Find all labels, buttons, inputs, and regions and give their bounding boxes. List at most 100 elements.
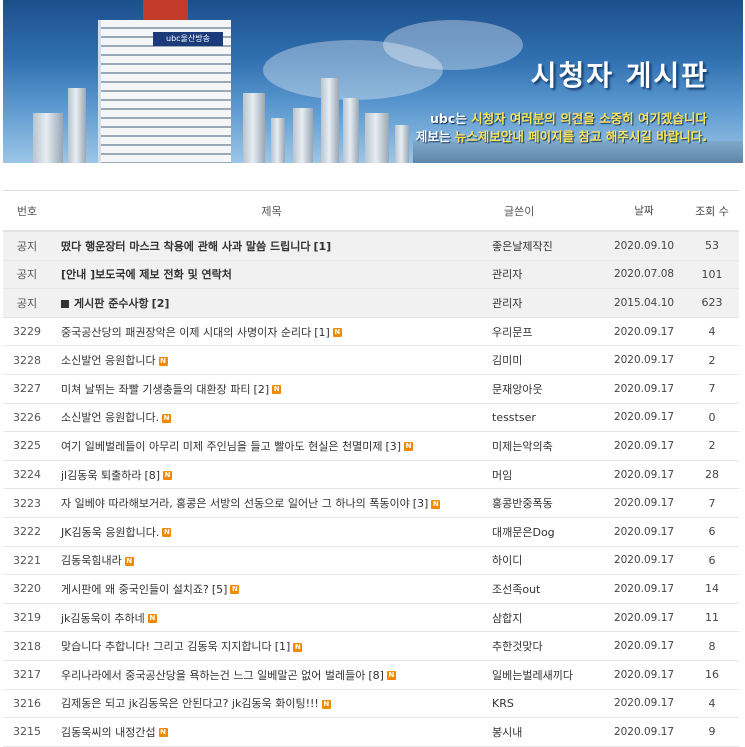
post-title-cell: 소신발언 응원합니다. N [51,403,492,433]
post-date: 2020.09.17 [603,517,685,547]
comment-count[interactable]: [3] [413,497,429,510]
board-body: 공지 떴다 행운장터 마스크 착용에 관해 사과 말씀 드립니다 [1] 좋은날제작진… [3,231,739,747]
post-views: 101 [685,260,739,290]
header-views: 조회 수 [685,190,739,232]
post-views: 2 [685,431,739,461]
post-title-link[interactable]: JK김동욱 응원합니다. [61,526,159,539]
post-number: 3224 [3,460,51,490]
table-row[interactable]: 3216 김제동은 되고 jk김동욱은 안된다고? jk김동욱 화이팅!!! N KR… [3,689,739,719]
post-title-link[interactable]: jl김동욱 퇴출하라 [61,469,141,482]
post-date: 2020.09.17 [603,317,685,347]
post-title-link[interactable]: 게시판에 왜 중국인들이 설치죠? [61,583,209,596]
post-date: 2020.09.17 [603,631,685,661]
table-row[interactable]: 3217 우리나라에서 중국공산당을 욕하는건 느그 일베말곤 없어 벌레들아 [8… [3,660,739,690]
notice-row[interactable]: 공지 떴다 행운장터 마스크 착용에 관해 사과 말씀 드립니다 [1] 좋은날제작진… [3,231,739,261]
post-title-cell: 김동욱힘내라 N [51,546,492,576]
post-title-link[interactable]: 소신발언 응원합니다. [61,411,159,424]
post-title-cell: jl김동욱 퇴출하라 [8] N [51,460,492,490]
table-row[interactable]: 3225 여기 일베벌레들이 아무리 미제 주인님을 들고 빨아도 현실은 천멸미… [3,431,739,461]
post-number: 3216 [3,689,51,719]
post-date: 2020.09.17 [603,603,685,633]
header-title: 제목 [51,190,492,232]
notice-row[interactable]: 공지 [안내 ]보도국에 제보 전화 및 연락처 관리자 2020.07.08 101 [3,260,739,290]
post-title-link[interactable]: 자 일베야 따라해보거라, 홍콩은 서방의 선동으로 일어난 그 하나의 폭동이… [61,497,410,510]
post-writer[interactable]: 하이디 [492,546,603,576]
post-writer[interactable]: tesstser [492,403,603,433]
cloud-decoration [383,20,523,70]
post-writer[interactable]: 미제는악의축 [492,431,603,461]
post-title-link[interactable]: [안내 ]보도국에 제보 전화 및 연락처 [61,268,232,281]
post-title-cell: 우리나라에서 중국공산당을 욕하는건 느그 일베말곤 없어 벌레들아 [8] N [51,660,492,690]
post-number: 3227 [3,374,51,404]
post-views: 8 [685,631,739,661]
post-title-link[interactable]: 김제동은 되고 jk김동욱은 안된다고? jk김동욱 화이팅!!! [61,697,319,710]
post-title-link[interactable]: 소신발언 응원합니다 [61,354,156,367]
comment-count[interactable]: [3] [385,440,401,453]
table-row[interactable]: 3228 소신발언 응원합니다 N 김미미 2020.09.17 2 [3,345,739,375]
post-writer[interactable]: 봉시내 [492,717,603,747]
table-row[interactable]: 3224 jl김동욱 퇴출하라 [8] N 머임 2020.09.17 28 [3,460,739,490]
comment-count[interactable]: [8] [144,469,160,482]
post-number: 3221 [3,546,51,576]
post-writer[interactable]: 대깨문은Dog [492,517,603,547]
post-title-cell: 중국공산당의 패권장악은 이제 시대의 사명이자 순리다 [1] N [51,317,492,347]
post-writer[interactable]: 조선족out [492,574,603,604]
post-writer[interactable]: 삼합지 [492,603,603,633]
post-title-link[interactable]: 김동욱힘내라 [61,554,122,567]
post-views: 14 [685,574,739,604]
comment-count[interactable]: [2] [254,383,270,396]
post-number: 3225 [3,431,51,461]
post-writer[interactable]: 추한것맞다 [492,631,603,661]
post-writer[interactable]: 홍콩반중폭동 [492,488,603,518]
comment-count[interactable]: [1] [314,326,330,339]
post-writer[interactable]: 일베는벌레새끼다 [492,660,603,690]
comment-count[interactable]: [5] [212,583,228,596]
table-row[interactable]: 3222 JK김동욱 응원합니다. N 대깨문은Dog 2020.09.17 6 [3,517,739,547]
comment-count[interactable]: [1] [275,640,291,653]
post-number: 3220 [3,574,51,604]
table-row[interactable]: 3227 미쳐 날뛰는 좌빨 기생충들의 대환장 파티 [2] N 문재앙아웃 2020.… [3,374,739,404]
post-writer[interactable]: 문재앙아웃 [492,374,603,404]
post-title-link[interactable]: 김동욱씨의 내정간섭 [61,726,156,739]
new-badge-icon: N [162,528,172,538]
post-title-cell: 맞습니다 추합니다! 그리고 김동욱 지지합니다 [1] N [51,631,492,661]
post-writer[interactable]: 김미미 [492,345,603,375]
header-date: 날짜 [603,190,685,232]
post-title-link[interactable]: 우리나라에서 중국공산당을 욕하는건 느그 일베말곤 없어 벌레들아 [61,669,365,682]
table-row[interactable]: 3226 소신발언 응원합니다. Ntesstser 2020.09.17 0 [3,403,739,433]
notice-row[interactable]: 공지 게시판 준수사항 [2] 관리자 2015.04.10 623 [3,288,739,318]
table-row[interactable]: 3221 김동욱힘내라 N 하이디 2020.09.17 6 [3,546,739,576]
post-title-link[interactable]: 맞습니다 추합니다! 그리고 김동욱 지지합니다 [61,640,272,653]
post-title-link[interactable]: 여기 일베벌레들이 아무리 미제 주인님을 들고 빨아도 현실은 천멸미제 [61,440,382,453]
post-writer[interactable]: 좋은날제작진 [492,231,603,261]
table-row[interactable]: 3218 맞습니다 추합니다! 그리고 김동욱 지지합니다 [1] N 추한것맞다 202… [3,631,739,661]
banner-message-1: ubc는 시청자 여러분의 의견을 소중히 여기겠습니다 [429,111,707,126]
post-title-link[interactable]: 중국공산당의 패권장악은 이제 시대의 사명이자 순리다 [61,326,311,339]
table-row[interactable]: 3220 게시판에 왜 중국인들이 설치죠? [5] N 조선족out 2020.09.1… [3,574,739,604]
table-row[interactable]: 3215 김동욱씨의 내정간섭 N 봉시내 2020.09.17 9 [3,717,739,747]
post-views: 4 [685,689,739,719]
comment-count[interactable]: [8] [368,669,384,682]
post-title-link[interactable]: 떴다 행운장터 마스크 착용에 관해 사과 말씀 드립니다 [61,240,310,253]
post-title-link[interactable]: 게시판 준수사항 [74,297,149,310]
table-row[interactable]: 3223 자 일베야 따라해보거라, 홍콩은 서방의 선동으로 일어난 그 하나의… [3,488,739,518]
comment-count[interactable]: [2] [152,297,170,310]
post-date: 2015.04.10 [603,288,685,318]
post-writer[interactable]: 우리문프 [492,317,603,347]
post-title-link[interactable]: jk김동욱이 추하네 [61,612,145,625]
post-writer[interactable]: 관리자 [492,288,603,318]
post-number: 3217 [3,660,51,690]
post-writer[interactable]: 머임 [492,460,603,490]
table-row[interactable]: 3229 중국공산당의 패권장악은 이제 시대의 사명이자 순리다 [1] N 우리문프… [3,317,739,347]
new-badge-icon: N [386,671,396,681]
new-badge-icon: N [124,556,134,566]
post-writer[interactable]: KRS [492,689,603,719]
post-writer[interactable]: 관리자 [492,260,603,290]
post-views: 0 [685,403,739,433]
post-title-link[interactable]: 미쳐 날뛰는 좌빨 기생충들의 대환장 파티 [61,383,251,396]
comment-count[interactable]: [1] [313,240,331,253]
skyline-building [243,93,265,163]
table-row[interactable]: 3219 jk김동욱이 추하네 N 삼합지 2020.09.17 11 [3,603,739,633]
post-title-cell: 소신발언 응원합니다 N [51,345,492,375]
new-badge-icon: N [230,585,240,595]
